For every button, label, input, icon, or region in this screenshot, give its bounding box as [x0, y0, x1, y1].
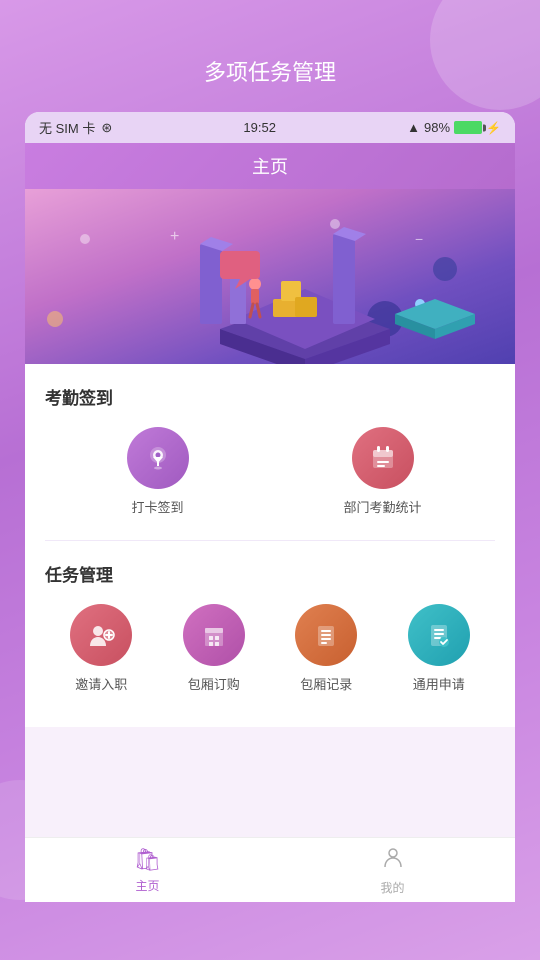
room-order-icon-circle: [183, 604, 245, 666]
checkin-label: 打卡签到: [131, 497, 183, 516]
invite-icon-circle: [70, 604, 132, 666]
building-icon: [199, 620, 229, 650]
dept-stats-item[interactable]: 部门考勤统计: [270, 427, 495, 516]
checkin-item[interactable]: 打卡签到: [45, 427, 270, 516]
room-record-item[interactable]: 包厢记录: [270, 604, 383, 693]
checkin-icon-circle: [127, 427, 189, 489]
charging-icon: ⚡: [486, 121, 501, 135]
tab-home[interactable]: 🛍 主页: [25, 838, 270, 902]
svg-text:+: +: [170, 228, 179, 245]
status-left: 无 SIM 卡 ⊛: [39, 118, 112, 137]
nav-title: 主页: [252, 157, 288, 177]
apply-label: 通用申请: [413, 674, 465, 693]
attendance-icons-row: 打卡签到 部门考勤统计: [45, 427, 495, 516]
tab-profile[interactable]: 我的: [270, 838, 515, 902]
tab-home-icon: 🛍: [134, 847, 162, 873]
apply-icon-circle: [408, 604, 470, 666]
dept-stats-icon-circle: [352, 427, 414, 489]
list-icon: [311, 620, 341, 650]
arrow-icon: ▲: [407, 120, 420, 135]
calendar-stats-icon: [368, 443, 398, 473]
apply-item[interactable]: 通用申请: [383, 604, 496, 693]
tab-profile-label: 我的: [380, 879, 404, 896]
banner-illustration: + + −: [25, 189, 515, 364]
status-right: ▲ 98% ⚡: [407, 120, 501, 135]
status-bar: 无 SIM 卡 ⊛ 19:52 ▲ 98% ⚡: [25, 112, 515, 143]
invite-item[interactable]: 邀请入职: [45, 604, 158, 693]
room-record-icon-circle: [295, 604, 357, 666]
battery-bar: [454, 121, 482, 134]
phone-frame: 无 SIM 卡 ⊛ 19:52 ▲ 98% ⚡ 主页: [25, 112, 515, 902]
svg-text:−: −: [415, 231, 423, 247]
status-time: 19:52: [243, 120, 276, 135]
tab-profile-icon: [381, 845, 405, 875]
tab-home-label: 主页: [135, 877, 159, 894]
room-order-item[interactable]: 包厢订购: [158, 604, 271, 693]
sim-label: 无 SIM 卡: [39, 118, 95, 137]
dept-stats-label: 部门考勤统计: [343, 497, 421, 516]
nav-bar: 主页: [25, 143, 515, 189]
room-order-label: 包厢订购: [188, 674, 240, 693]
battery-percent: 98%: [424, 120, 450, 135]
content-area: 考勤签到 打卡签到: [25, 364, 515, 727]
location-pin-icon: [143, 443, 173, 473]
apply-form-icon: [424, 620, 454, 650]
section-title-attendance: 考勤签到: [45, 384, 495, 409]
hero-banner: + + −: [25, 189, 515, 364]
room-record-label: 包厢记录: [300, 674, 352, 693]
section-divider: [45, 540, 495, 541]
invite-person-icon: [86, 620, 116, 650]
wifi-icon: ⊛: [101, 120, 112, 136]
section-title-tasks: 任务管理: [45, 561, 495, 586]
task-icons-row: 邀请入职 包厢订购: [45, 604, 495, 693]
tab-bar: 🛍 主页 我的: [25, 837, 515, 902]
invite-label: 邀请入职: [75, 674, 127, 693]
